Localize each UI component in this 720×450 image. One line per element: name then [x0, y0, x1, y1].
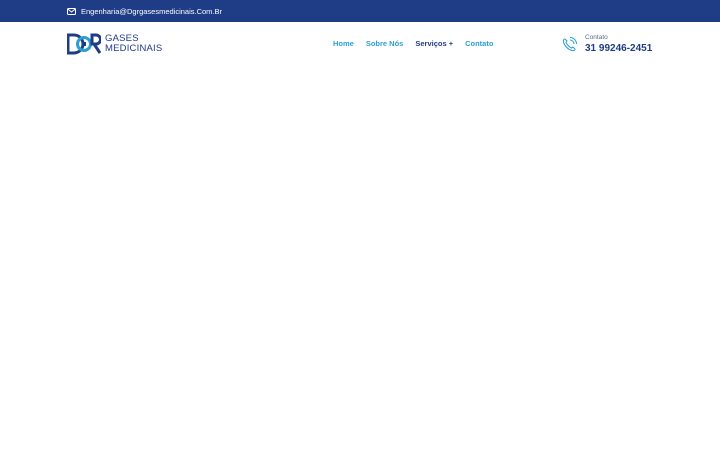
contact-label: Contato: [585, 34, 608, 41]
email-text: Engenharia@Dgrgasesmedicinais.Com.Br: [81, 6, 223, 16]
site-logo[interactable]: GASES MEDICINAIS: [67, 32, 162, 56]
contact-info: Contato 31 99246-2451: [585, 33, 652, 55]
header-contact: Contato 31 99246-2451: [561, 31, 652, 57]
envelope-icon: [67, 7, 76, 15]
dgr-logo-mark-icon: [67, 33, 101, 55]
nav-item-contato[interactable]: Contato: [465, 39, 493, 48]
nav-item-home[interactable]: Home: [333, 39, 354, 48]
site-header: GASES MEDICINAIS Home Sobre Nós Serviços…: [0, 22, 720, 67]
logo-wordmark: GASES MEDICINAIS: [105, 34, 162, 54]
logo-line-2: MEDICINAIS: [105, 43, 163, 54]
email-link[interactable]: Engenharia@Dgrgasesmedicinais.Com.Br: [67, 0, 222, 22]
top-bar: Engenharia@Dgrgasesmedicinais.Com.Br: [0, 0, 720, 22]
phone-call-icon: [562, 36, 577, 51]
contact-phone-link[interactable]: 31 99246-2451: [585, 42, 652, 55]
main-nav: Home Sobre Nós Serviços + Contato: [333, 22, 505, 65]
nav-item-servicos[interactable]: Serviços +: [415, 39, 453, 48]
nav-item-sobre-nos[interactable]: Sobre Nós: [366, 39, 404, 48]
